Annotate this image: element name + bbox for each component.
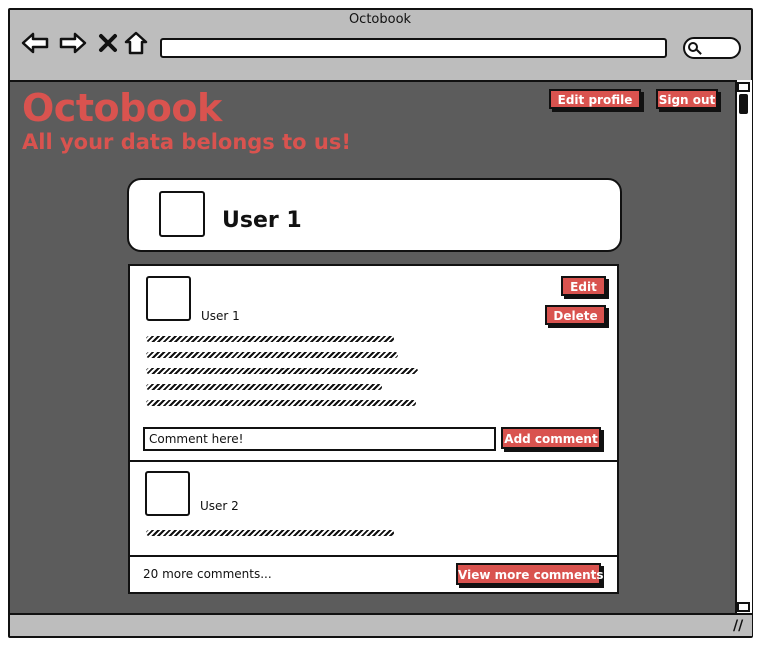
resize-grip-icon[interactable]: // <box>733 618 743 634</box>
delete-post-button[interactable]: Delete <box>545 305 606 325</box>
scroll-down-button[interactable] <box>737 602 750 612</box>
brand-title: Octobook <box>22 86 222 130</box>
view-more-comments-button[interactable]: View more comments <box>456 563 604 585</box>
comment-author-avatar <box>145 471 190 516</box>
edit-post-button[interactable]: Edit <box>561 276 606 296</box>
comment-text-line <box>146 530 394 536</box>
status-bar <box>10 613 752 636</box>
comment-author-name: User 2 <box>200 499 239 513</box>
profile-avatar <box>159 191 205 237</box>
sign-out-button[interactable]: Sign out <box>656 89 718 109</box>
tagline: All your data belongs to us! <box>22 130 351 154</box>
post-text-line <box>146 352 398 358</box>
profile-name: User 1 <box>222 208 302 233</box>
divider <box>128 460 619 462</box>
post-author-avatar <box>146 276 191 321</box>
url-bar[interactable] <box>160 38 667 58</box>
edit-profile-button[interactable]: Edit profile <box>549 89 641 109</box>
post-text-line <box>146 384 382 390</box>
post-author-name: User 1 <box>201 309 240 323</box>
comment-input[interactable] <box>143 427 496 451</box>
add-comment-button[interactable]: Add comment <box>501 427 601 449</box>
close-x-icon[interactable] <box>97 32 119 54</box>
post-text-line <box>146 368 418 374</box>
scroll-thumb[interactable] <box>739 94 748 114</box>
forward-arrow-icon[interactable] <box>58 30 88 56</box>
scroll-up-button[interactable] <box>737 82 750 92</box>
window-title: Octobook <box>348 12 412 27</box>
home-icon[interactable] <box>123 30 149 56</box>
more-comments-count: 20 more comments... <box>143 567 272 581</box>
divider <box>128 555 619 557</box>
vertical-scrollbar[interactable] <box>735 80 752 613</box>
post-text-line <box>146 400 416 406</box>
back-arrow-icon[interactable] <box>20 30 50 56</box>
post-text-line <box>146 336 394 342</box>
